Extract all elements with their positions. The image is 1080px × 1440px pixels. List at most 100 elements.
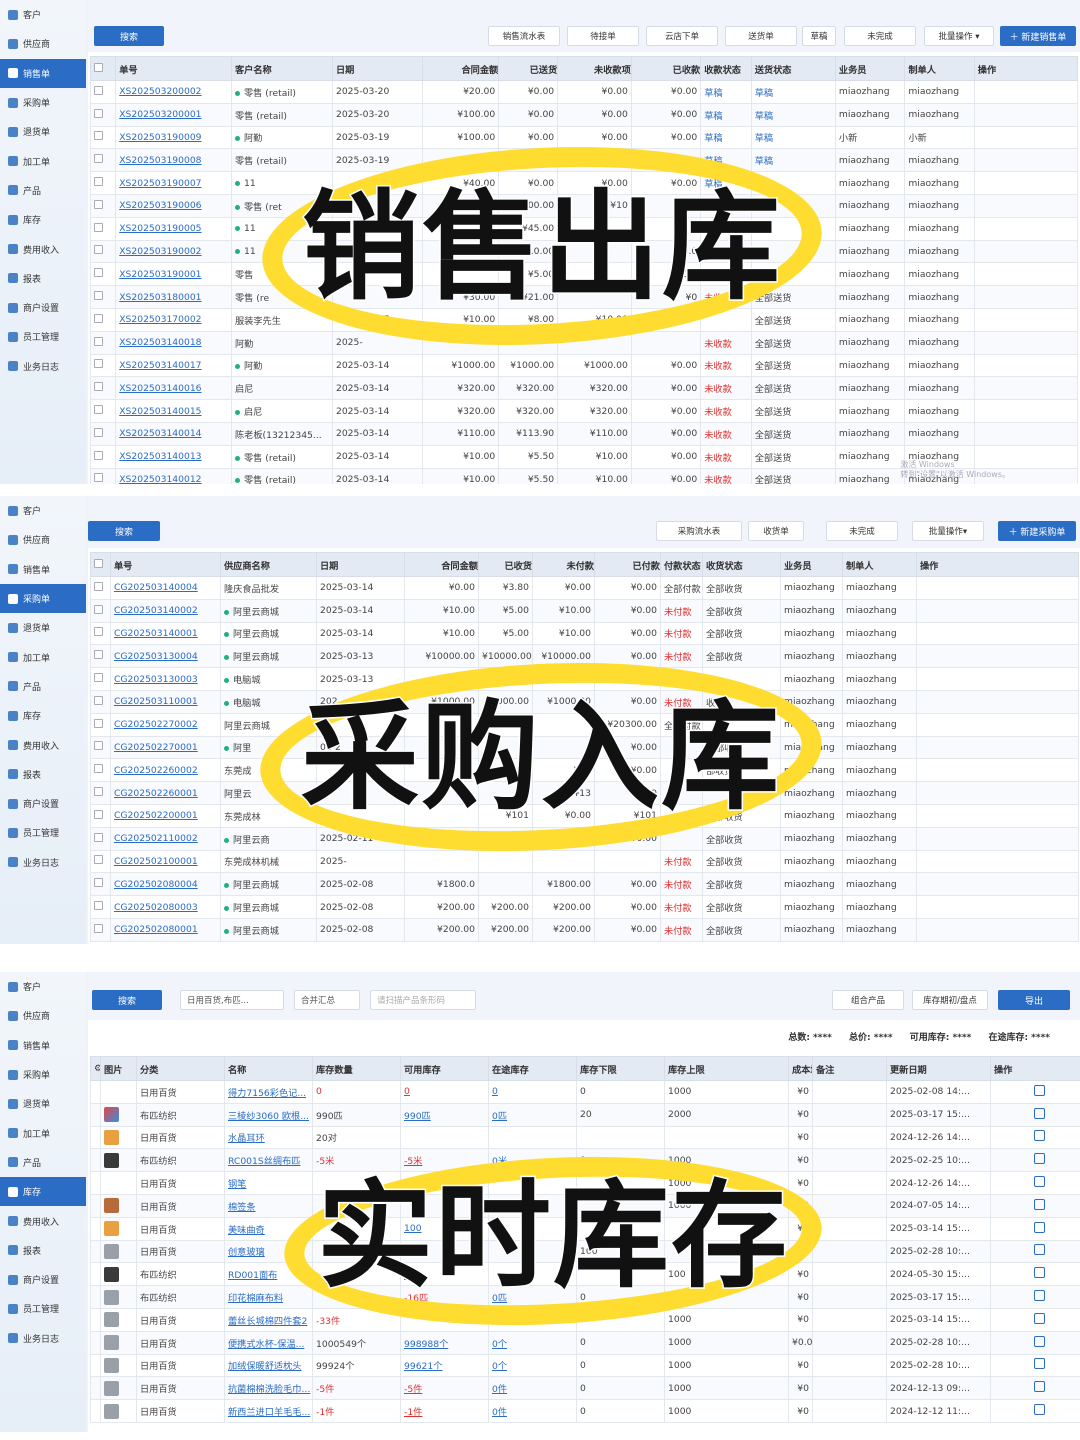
stock-link[interactable]: 998988个 (400, 1330, 489, 1355)
row-checkbox[interactable] (90, 712, 111, 737)
delivery-notes-button[interactable]: 送货单 (725, 26, 797, 46)
row-actions[interactable] (973, 102, 1079, 127)
unfinished-button[interactable]: 未完成 (826, 521, 898, 541)
sidebar-item[interactable]: 客户 (0, 0, 86, 29)
order-number-link[interactable]: XS202503190005 (115, 216, 232, 241)
stock-link[interactable]: -5米 (400, 1148, 489, 1173)
table-row[interactable]: 日用百货 水晶耳环 20对 ¥0 2024-12-26 14:... (90, 1125, 1080, 1150)
sidebar-item[interactable]: 供应商 (0, 29, 86, 58)
stock-detail-icon[interactable] (1034, 1176, 1045, 1188)
stock-detail-icon[interactable] (1034, 1335, 1045, 1347)
receipt-notes-button[interactable]: 收货单 (748, 521, 804, 541)
row-checkbox[interactable] (90, 917, 111, 942)
sidebar-item[interactable]: 费用收入 (0, 1206, 86, 1235)
column-header[interactable]: 已收货 (478, 552, 533, 577)
stock-link[interactable] (488, 1262, 577, 1287)
row-actions[interactable] (973, 307, 1079, 332)
row-actions[interactable] (973, 193, 1079, 218)
purchase-ledger-button[interactable]: 采购流水表 (656, 521, 742, 541)
order-number-link[interactable]: XS202503190009 (115, 125, 232, 150)
product-name-link[interactable]: 水晶耳环 (224, 1125, 313, 1150)
column-header[interactable]: 成本均价 (788, 1056, 813, 1081)
batch-actions-dropdown[interactable]: 批量操作 ▾ (924, 26, 994, 46)
row-checkbox[interactable] (89, 102, 117, 127)
row-actions[interactable] (916, 735, 1079, 760)
table-row[interactable]: 日用百货 创意玻璃 99 100 ¥19 2025-02-28 10:... (90, 1239, 1080, 1264)
row-actions[interactable] (916, 621, 1079, 646)
order-number-link[interactable]: CG202502080004 (110, 872, 221, 897)
order-number-link[interactable]: XS202503200002 (115, 80, 232, 104)
row-actions[interactable] (916, 826, 1079, 851)
row-checkbox[interactable] (89, 193, 117, 218)
stock-detail-icon[interactable] (1034, 1153, 1045, 1165)
table-row[interactable]: CG202503140004 隆庆食品批发 2025-03-14 ¥0.00 ¥3.80… (90, 576, 1079, 600)
table-row[interactable]: XS202503140015 启尼 2025-03-14 ¥320.00 ¥320.00… (89, 399, 1079, 423)
stock-detail-icon[interactable] (1034, 1198, 1045, 1210)
row-actions[interactable] (973, 399, 1079, 423)
stock-link[interactable] (400, 1193, 489, 1218)
sidebar-item[interactable]: 业务日志 (0, 1324, 86, 1353)
table-row[interactable]: 布匹纺织 印花棉麻布料 -16匹 0匹 0 1000 ¥0 2025-03-17 15:... (90, 1285, 1080, 1309)
column-header[interactable]: 库存数量 (312, 1056, 401, 1081)
column-header[interactable]: 制单人 (842, 552, 917, 577)
product-image[interactable] (100, 1285, 137, 1309)
sidebar-item[interactable]: 加工单 (0, 1118, 86, 1147)
product-image[interactable] (100, 1262, 137, 1287)
column-header[interactable]: 备注 (812, 1056, 887, 1081)
row-actions[interactable] (916, 895, 1079, 919)
column-header[interactable]: 未收款项 (557, 56, 632, 81)
row-checkbox[interactable] (90, 781, 111, 805)
row-checkbox[interactable] (90, 849, 111, 874)
row-checkbox[interactable] (90, 621, 111, 646)
table-row[interactable]: CG202502080004 阿里云商城 2025-02-08 ¥1800.0 ¥180… (90, 872, 1079, 897)
table-row[interactable]: XS202503190009 阿勤 2025-03-19 ¥100.00 ¥0.00 ¥0… (89, 125, 1079, 150)
column-header[interactable]: 收款状态 (700, 56, 752, 81)
stock-detail-icon[interactable] (1034, 1107, 1045, 1119)
product-name-link[interactable]: RD001面布 (224, 1262, 313, 1287)
stock-link[interactable] (400, 1307, 489, 1332)
row-checkbox[interactable] (89, 399, 117, 423)
new-sales-order-button[interactable]: ＋ 新建销售单 (1000, 26, 1076, 46)
category-filter-select[interactable]: 日用百货,布匹... (180, 990, 284, 1010)
row-checkbox[interactable] (90, 689, 111, 714)
sidebar-item[interactable]: 业务日志 (0, 352, 86, 381)
sidebar-item[interactable]: 业务日志 (0, 848, 86, 877)
stock-detail-icon[interactable] (1034, 1130, 1045, 1142)
new-purchase-order-button[interactable]: ＋ 新建采购单 (998, 521, 1076, 541)
table-row[interactable]: 日用百货 美味曲奇 100 0 ¥9 2025-03-14 15:... (90, 1216, 1080, 1241)
product-name-link[interactable]: 钢笔 (224, 1171, 313, 1195)
table-row[interactable]: XS202503140017 阿勤 2025-03-14 ¥1000.00 ¥1000.… (89, 353, 1079, 378)
product-name-link[interactable]: 创意玻璃 (224, 1239, 313, 1264)
inventory-opening-count-button[interactable]: 库存期初/盘点 (912, 990, 988, 1010)
table-row[interactable]: CG202503140002 阿里云商城 2025-03-14 ¥10.00 ¥5.00… (90, 598, 1079, 623)
order-number-link[interactable]: CG202502270001 (110, 735, 221, 760)
sidebar-item[interactable]: 采购单 (0, 88, 86, 117)
order-number-link[interactable]: CG202502260001 (110, 781, 221, 805)
column-header[interactable]: 合同金额 (404, 552, 479, 577)
row-actions[interactable] (990, 1353, 1080, 1378)
row-actions[interactable] (916, 849, 1079, 874)
product-image[interactable] (100, 1125, 137, 1150)
table-row[interactable]: CG202502080001 阿里云商城 2025-02-08 ¥200.00 ¥200… (90, 917, 1079, 942)
row-actions[interactable] (973, 125, 1079, 150)
table-row[interactable]: XS202503200002 零售 (retail) 2025-03-20 ¥20.0… (89, 80, 1079, 104)
order-number-link[interactable]: XS202503140014 (115, 421, 232, 446)
settings-icon[interactable]: ⚙ (90, 1056, 101, 1081)
barcode-scan-input[interactable]: 请扫描产品条形码 (370, 990, 476, 1010)
stock-detail-icon[interactable] (1034, 1358, 1045, 1370)
row-checkbox[interactable] (89, 376, 117, 401)
column-header[interactable]: 已收款 (630, 56, 702, 81)
order-number-link[interactable]: XS202503180001 (115, 285, 232, 309)
sidebar-item[interactable]: 费用收入 (0, 730, 86, 759)
row-checkbox[interactable] (89, 285, 117, 309)
product-name-link[interactable]: 得力7156彩色记... (224, 1080, 313, 1104)
stock-link[interactable]: 0米 (400, 1262, 489, 1287)
stock-link[interactable] (488, 1125, 577, 1150)
product-name-link[interactable]: 便携式水杯-保温... (224, 1330, 313, 1355)
column-header[interactable]: 已付款 (594, 552, 661, 577)
column-header[interactable]: 操作 (973, 56, 1079, 81)
row-actions[interactable] (990, 1262, 1080, 1287)
table-row[interactable]: CG202502270001 阿里 02-2 ¥0.00 全部收货 miaozhang mi… (90, 735, 1079, 760)
sidebar-item[interactable]: 员工管理 (0, 1294, 86, 1323)
column-header[interactable]: 日期 (331, 56, 424, 81)
